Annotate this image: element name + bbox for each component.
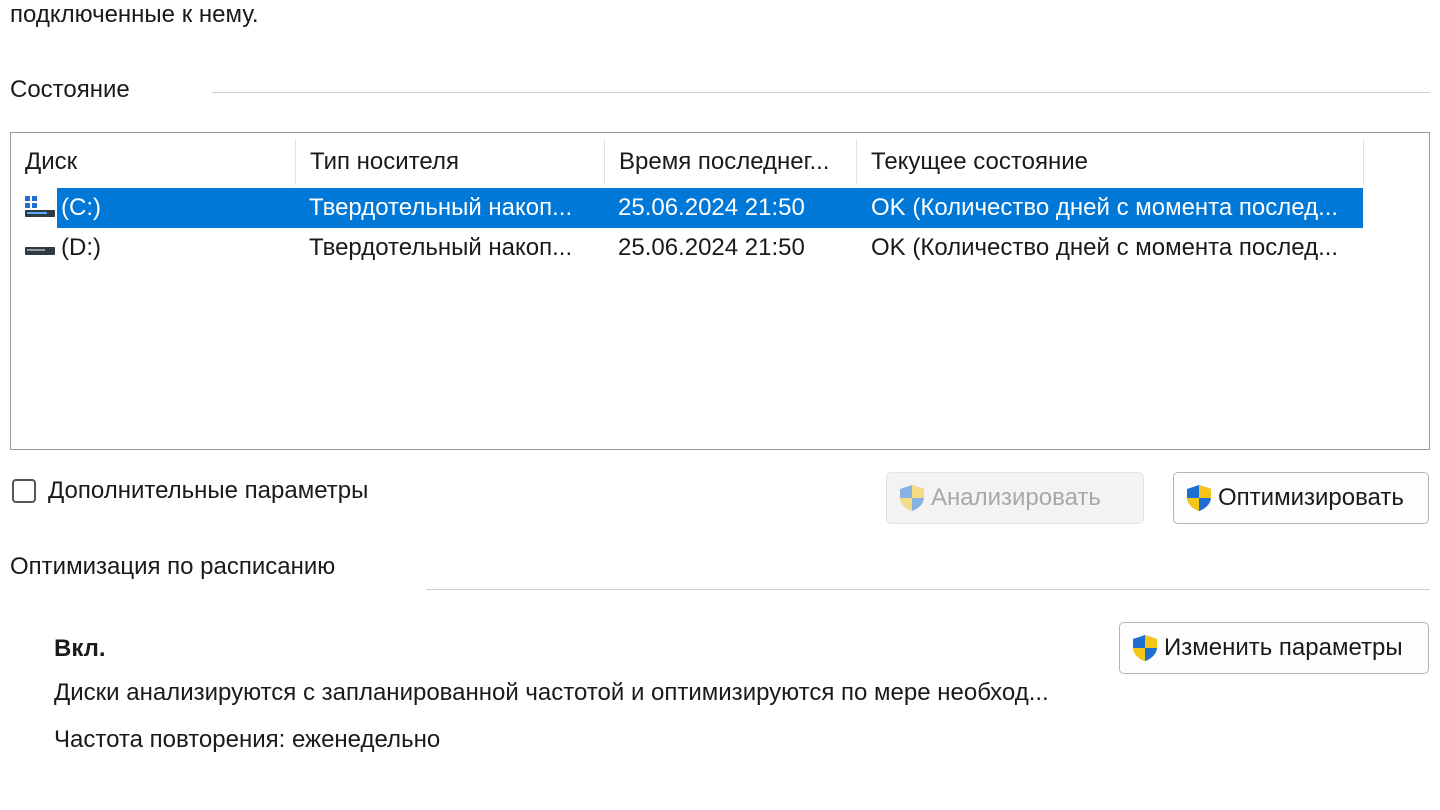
table-row[interactable]: (D:) Твердотельный накоп... 25.06.2024 2…	[11, 228, 1363, 268]
status-section-divider	[212, 92, 1430, 93]
optimize-button-label: Оптимизировать	[1218, 484, 1404, 511]
cell-last-run: 25.06.2024 21:50	[618, 194, 805, 221]
uac-shield-icon	[1187, 485, 1211, 511]
intro-text: подключенные к нему.	[10, 1, 259, 28]
column-header-media-type[interactable]: Тип носителя	[296, 133, 604, 185]
table-row[interactable]: (C:) Твердотельный накоп... 25.06.2024 2…	[11, 188, 1363, 228]
change-settings-button-label: Изменить параметры	[1164, 634, 1403, 661]
column-header-current-state[interactable]: Текущее состояние	[857, 133, 1363, 185]
advanced-parameters-label[interactable]: Дополнительные параметры	[48, 476, 368, 506]
column-header-disk[interactable]: Диск	[11, 133, 295, 185]
status-section-label: Состояние	[10, 76, 130, 103]
analyze-button-label: Анализировать	[931, 484, 1101, 511]
uac-shield-icon	[900, 485, 924, 511]
system-drive-icon	[25, 196, 55, 217]
schedule-frequency: Частота повторения: еженедельно	[54, 726, 441, 753]
cell-disk: (C:)	[61, 194, 101, 221]
drive-list[interactable]: Диск Тип носителя Время последнег... Тек…	[10, 132, 1430, 450]
schedule-description: Диски анализируются с запланированной ча…	[54, 679, 1049, 706]
cell-last-run: 25.06.2024 21:50	[618, 234, 805, 261]
column-header-last-run[interactable]: Время последнег...	[605, 133, 856, 185]
cell-current-state: OK (Количество дней с момента послед...	[871, 234, 1339, 261]
cell-media-type: Твердотельный накоп...	[309, 234, 573, 261]
optimize-button[interactable]: Оптимизировать	[1173, 472, 1429, 524]
analyze-button[interactable]: Анализировать	[886, 472, 1144, 524]
cell-disk: (D:)	[61, 234, 101, 261]
cell-current-state: OK (Количество дней с момента послед...	[871, 194, 1339, 221]
change-settings-button[interactable]: Изменить параметры	[1119, 622, 1429, 674]
schedule-section-divider	[426, 589, 1430, 590]
drive-list-header: Диск Тип носителя Время последнег... Тек…	[11, 133, 1364, 185]
cell-media-type: Твердотельный накоп...	[309, 194, 573, 221]
schedule-section-label: Оптимизация по расписанию	[10, 553, 336, 580]
advanced-parameters-checkbox[interactable]	[12, 479, 36, 503]
drive-icon	[25, 247, 55, 255]
schedule-status: Вкл.	[54, 635, 106, 662]
column-separator[interactable]	[1363, 139, 1364, 185]
uac-shield-icon	[1133, 635, 1157, 661]
